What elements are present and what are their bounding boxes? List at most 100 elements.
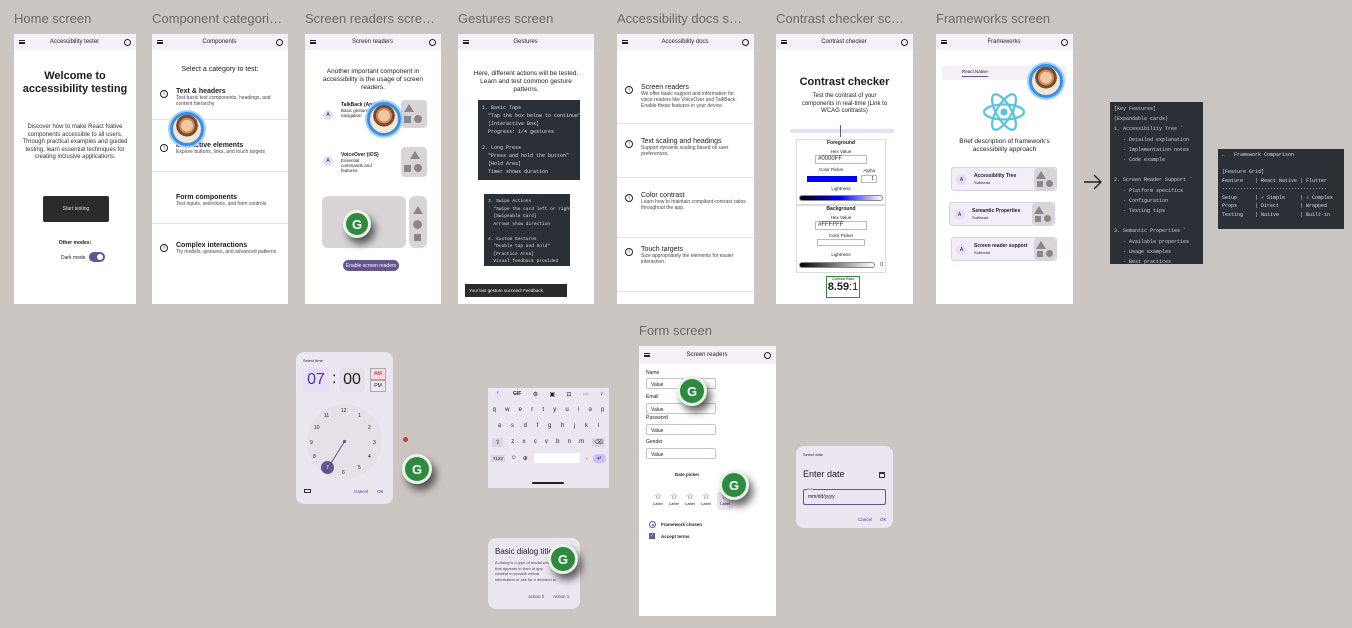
clock-number[interactable]: 9 — [310, 440, 313, 446]
account-icon[interactable] — [900, 38, 908, 46]
clock-number[interactable]: 6 — [342, 470, 345, 476]
back-icon[interactable]: ‹ — [493, 390, 502, 398]
key[interactable]: w — [505, 407, 509, 413]
menu-icon[interactable] — [781, 40, 787, 44]
clock-number[interactable]: 1 — [358, 413, 361, 419]
key[interactable]: q — [493, 407, 496, 413]
key[interactable]: j — [574, 423, 575, 429]
bg-color-swatch[interactable] — [817, 239, 865, 246]
time-ok-button[interactable]: OK — [377, 489, 384, 494]
grammarly-icon[interactable]: G — [343, 210, 371, 238]
bg-lightness-slider[interactable] — [799, 262, 875, 268]
key[interactable]: b — [556, 439, 559, 445]
settings-icon[interactable]: ⚙ — [533, 391, 538, 398]
category-item[interactable]: i Interactive elements Explore buttons, … — [152, 138, 288, 172]
star-rating[interactable]: ☆Label ☆Label ☆Label ☆Label ☆Label — [653, 492, 733, 510]
password-input[interactable]: Value — [646, 424, 716, 435]
emoji-key[interactable]: ☺ — [511, 455, 517, 461]
date-cancel-button[interactable]: Cancel — [858, 517, 872, 522]
account-icon[interactable] — [123, 38, 131, 46]
symbols-key[interactable]: ?123 — [490, 454, 505, 462]
clock-selected-number[interactable]: 7 — [321, 461, 334, 474]
reader-item[interactable]: A VoiceOver (iOS) Essential commands and… — [323, 152, 403, 173]
key[interactable]: u — [565, 407, 568, 413]
key[interactable]: m — [579, 439, 584, 445]
more-icon[interactable]: ⋯ — [583, 391, 589, 398]
category-item[interactable]: i Text & headers Test basic text compone… — [152, 84, 288, 120]
framework-card[interactable]: A Accessibility Tree Subhead — [951, 167, 1057, 191]
time-cancel-button[interactable]: Cancel — [354, 489, 368, 494]
clock-number[interactable]: 2 — [368, 425, 371, 431]
menu-icon[interactable] — [622, 40, 628, 44]
key[interactable]: s — [511, 423, 514, 429]
backspace-key[interactable]: ⌫ — [592, 437, 605, 447]
key[interactable]: h — [561, 423, 564, 429]
key[interactable]: x — [523, 439, 526, 445]
key[interactable]: o — [588, 407, 591, 413]
menu-icon[interactable] — [941, 40, 947, 44]
grammarly-icon[interactable]: G — [548, 544, 578, 574]
doc-item[interactable]: i Text scaling and headings Support dyna… — [617, 134, 754, 178]
space-key[interactable] — [533, 453, 580, 463]
doc-item[interactable]: i Screen readers We offer basic support … — [617, 80, 754, 124]
key[interactable]: t — [542, 407, 544, 413]
dialog-action-2[interactable]: Action 2 — [528, 594, 544, 599]
bg-hex-input[interactable]: #FFFFFF — [815, 221, 867, 230]
date-input[interactable]: Date mm/dd/yyyy — [803, 487, 886, 505]
key[interactable]: z — [511, 439, 514, 445]
clipboard-icon[interactable]: ▣ — [549, 391, 555, 398]
minute-field[interactable]: 00 — [339, 368, 365, 392]
key[interactable]: y — [553, 407, 556, 413]
category-item[interactable]: Form components Test inputs, selections,… — [152, 190, 288, 224]
star-icon[interactable]: ☆ — [653, 492, 663, 501]
star-icon[interactable]: ☆ — [669, 492, 679, 501]
star-icon[interactable]: ☆ — [685, 492, 695, 501]
menu-icon[interactable] — [157, 40, 163, 44]
account-icon[interactable] — [741, 38, 749, 46]
keyboard-icon[interactable] — [304, 489, 311, 493]
start-testing-button[interactable]: Start testing — [43, 196, 109, 222]
fg-hex-input[interactable]: #0000FF — [815, 155, 867, 164]
clock-number[interactable]: 4 — [368, 454, 371, 460]
key[interactable]: l — [598, 423, 599, 429]
alpha-input[interactable]: 1 — [861, 175, 877, 183]
mic-icon[interactable]: ♪ — [600, 391, 603, 397]
account-icon[interactable] — [429, 38, 436, 46]
clock-number[interactable]: 12 — [341, 408, 347, 414]
clock-number[interactable]: 8 — [313, 454, 316, 460]
doc-item[interactable]: i Touch targets Size appropriately the e… — [617, 242, 754, 292]
key[interactable]: i — [578, 407, 579, 413]
am-toggle[interactable]: AM — [370, 368, 386, 380]
lightness-slider[interactable] — [799, 195, 883, 201]
star-icon[interactable]: ☆ — [701, 492, 711, 501]
menu-icon[interactable] — [19, 40, 25, 44]
menu-icon[interactable] — [310, 40, 316, 44]
tab-react-native[interactable]: React Native — [962, 69, 988, 77]
account-icon[interactable] — [1060, 38, 1068, 46]
menu-icon[interactable] — [644, 353, 650, 357]
radio-button[interactable] — [649, 521, 656, 528]
key[interactable]: f — [537, 423, 539, 429]
doc-item[interactable]: i Color contrast Learn how to maintain c… — [617, 188, 754, 238]
framework-card[interactable]: A Semantic Properties Subhead — [949, 202, 1055, 226]
pm-toggle[interactable]: PM — [370, 380, 386, 392]
enable-screen-readers-button[interactable]: Enable screen readers — [343, 260, 399, 271]
dialog-action-1[interactable]: Action 1 — [553, 594, 569, 599]
translate-icon[interactable]: ⊡ — [567, 391, 572, 398]
hour-field[interactable]: 07 — [303, 368, 329, 392]
checkbox[interactable]: ✓ — [649, 533, 655, 539]
framework-card[interactable]: A Screen reader support Subhead — [951, 237, 1057, 261]
key[interactable]: e — [519, 407, 522, 413]
grammarly-icon[interactable]: G — [719, 470, 749, 500]
email-input[interactable]: Value — [646, 403, 716, 414]
date-ok-button[interactable]: OK — [880, 517, 887, 522]
key[interactable]: v — [545, 439, 548, 445]
clock-face[interactable]: 7 12 1 2 3 4 5 6 8 9 10 11 — [307, 404, 382, 479]
clock-number[interactable]: 10 — [314, 425, 320, 431]
period-key[interactable]: . — [585, 455, 587, 461]
account-icon[interactable] — [276, 38, 283, 46]
gender-input[interactable]: Value — [646, 448, 716, 459]
key[interactable]: k — [585, 423, 588, 429]
grammarly-icon[interactable]: G — [402, 454, 432, 484]
grammarly-icon[interactable]: G — [677, 376, 707, 406]
